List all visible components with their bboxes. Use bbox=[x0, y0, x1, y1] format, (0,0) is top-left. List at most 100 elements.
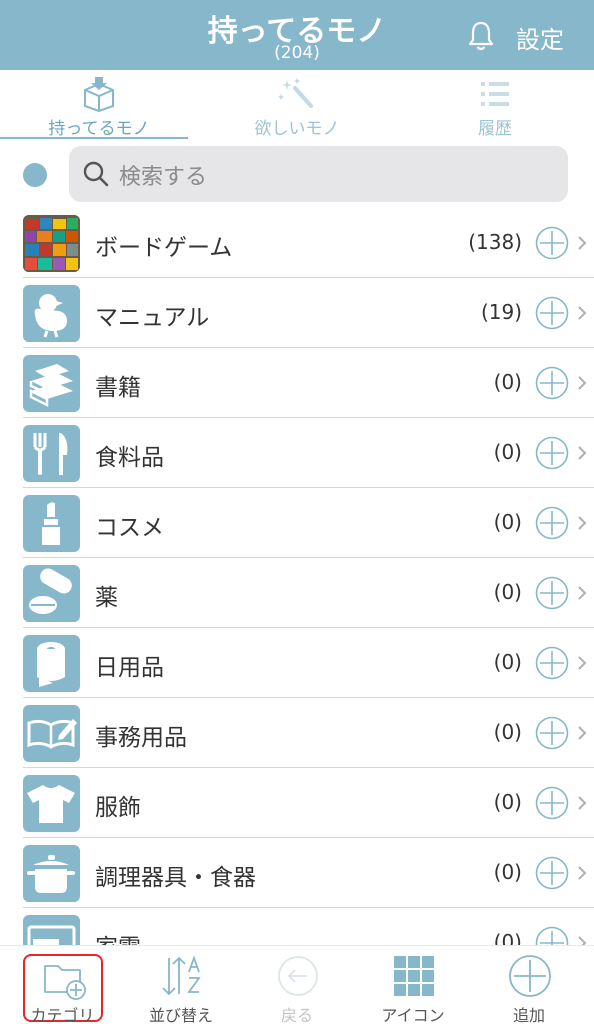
sort-button[interactable]: 並び替え bbox=[131, 946, 231, 1024]
category-name: マニュアル bbox=[95, 305, 210, 331]
category-row-board-game[interactable]: ボードゲーム (138) bbox=[0, 208, 594, 278]
category-row-cookware[interactable]: 調理器具・食器 (0) bbox=[0, 838, 594, 908]
plus-circle-icon[interactable] bbox=[535, 226, 569, 260]
back-arrow-icon bbox=[278, 956, 318, 996]
plus-circle-icon[interactable] bbox=[535, 856, 569, 890]
plus-circle-icon[interactable] bbox=[535, 786, 569, 820]
list-icon bbox=[481, 82, 509, 106]
plus-circle-icon bbox=[509, 955, 551, 997]
category-name: コスメ bbox=[95, 515, 164, 541]
search-placeholder: 検索する bbox=[119, 165, 208, 190]
tab-wanted[interactable]: 欲しいモノ bbox=[198, 70, 396, 140]
category-count: (0) bbox=[493, 720, 522, 744]
chevron-right-icon bbox=[578, 516, 587, 530]
tshirt-icon bbox=[23, 775, 80, 832]
sort-az-icon bbox=[162, 955, 201, 996]
magic-wand-icon bbox=[278, 78, 313, 108]
appliance-icon bbox=[23, 915, 80, 945]
category-row-manual[interactable]: マニュアル (19) bbox=[0, 278, 594, 348]
category-row-food[interactable]: 食料品 (0) bbox=[0, 418, 594, 488]
pills-icon bbox=[23, 565, 80, 622]
category-count: (0) bbox=[493, 510, 522, 534]
bell-icon[interactable] bbox=[466, 20, 496, 52]
lipstick-icon bbox=[23, 495, 80, 552]
category-name: 薬 bbox=[95, 585, 118, 611]
chevron-right-icon bbox=[578, 236, 587, 250]
chevron-right-icon bbox=[578, 866, 587, 880]
toolbar-label: 並び替え bbox=[148, 1006, 213, 1024]
back-button[interactable]: 戻る bbox=[247, 946, 347, 1024]
toolbar-label: 戻る bbox=[280, 1006, 313, 1024]
tab-owned[interactable]: 持ってるモノ bbox=[0, 70, 198, 140]
category-count: (0) bbox=[493, 860, 522, 884]
notebook-pen-icon bbox=[23, 705, 80, 762]
fork-knife-icon bbox=[23, 425, 80, 482]
category-row-office-supplies[interactable]: 事務用品 (0) bbox=[0, 698, 594, 768]
plus-circle-icon[interactable] bbox=[535, 436, 569, 470]
category-name: ボードゲーム bbox=[95, 235, 233, 261]
category-count: (0) bbox=[493, 440, 522, 464]
category-name: 家電 bbox=[95, 928, 141, 945]
category-count: (0) bbox=[493, 650, 522, 674]
add-button[interactable]: 追加 bbox=[479, 946, 579, 1024]
books-icon bbox=[23, 355, 80, 412]
category-count: (19) bbox=[480, 300, 522, 324]
plus-circle-icon[interactable] bbox=[535, 296, 569, 330]
category-name: 事務用品 bbox=[95, 725, 187, 751]
header-bar: 持ってるモノ (204) 設定 bbox=[0, 0, 594, 70]
chevron-right-icon bbox=[578, 586, 587, 600]
toolbar-label: 追加 bbox=[512, 1006, 545, 1024]
chevron-right-icon bbox=[578, 656, 587, 670]
category-row-clothing[interactable]: 服飾 (0) bbox=[0, 768, 594, 838]
tab-label: 欲しいモノ bbox=[254, 119, 340, 139]
category-name: 書籍 bbox=[95, 375, 141, 401]
toilet-paper-icon bbox=[23, 635, 80, 692]
box-icon bbox=[84, 77, 114, 112]
bottom-toolbar: カテゴリ 並び替え 戻る アイコン 追加 bbox=[0, 945, 594, 1024]
total-count: (204) bbox=[274, 43, 320, 63]
board-game-photo bbox=[23, 215, 80, 272]
chevron-right-icon bbox=[578, 446, 587, 460]
category-row-medicine[interactable]: 薬 (0) bbox=[0, 558, 594, 628]
plus-circle-icon[interactable] bbox=[535, 576, 569, 610]
folder-add-icon bbox=[44, 965, 86, 1000]
settings-button[interactable]: 設定 bbox=[516, 20, 564, 55]
chevron-right-icon bbox=[578, 936, 587, 945]
tab-history[interactable]: 履歴 bbox=[396, 70, 594, 140]
tab-bar: 持ってるモノ 欲しいモノ 履歴 bbox=[0, 70, 594, 140]
category-name: 食料品 bbox=[95, 445, 164, 471]
category-row-daily-goods[interactable]: 日用品 (0) bbox=[0, 628, 594, 698]
category-button[interactable]: カテゴリ bbox=[23, 954, 103, 1024]
category-row-books[interactable]: 書籍 (0) bbox=[0, 348, 594, 418]
pot-icon bbox=[23, 845, 80, 902]
plus-circle-icon[interactable] bbox=[535, 716, 569, 750]
chevron-right-icon bbox=[578, 376, 587, 390]
category-name: 服飾 bbox=[95, 795, 141, 821]
category-name: 日用品 bbox=[95, 655, 164, 681]
chevron-right-icon bbox=[578, 726, 587, 740]
toolbar-label: アイコン bbox=[381, 1006, 445, 1024]
chevron-right-icon bbox=[578, 796, 587, 810]
category-count: (0) bbox=[493, 790, 522, 814]
tab-label: 持ってるモノ bbox=[48, 119, 150, 139]
plus-circle-icon[interactable] bbox=[535, 926, 569, 945]
category-list[interactable]: ボードゲーム (138) マニュアル (19) 書籍 (0) 食料品 (0) コ… bbox=[0, 208, 594, 945]
tab-label: 履歴 bbox=[478, 119, 512, 139]
plus-circle-icon[interactable] bbox=[535, 506, 569, 540]
plus-circle-icon[interactable] bbox=[535, 366, 569, 400]
icon-view-button[interactable]: アイコン bbox=[363, 946, 463, 1024]
plus-circle-icon[interactable] bbox=[535, 646, 569, 680]
toolbar-label: カテゴリ bbox=[30, 1006, 95, 1024]
chick-icon bbox=[23, 285, 80, 342]
filter-dot[interactable] bbox=[23, 163, 47, 187]
category-count: (138) bbox=[468, 230, 522, 254]
category-row-appliances[interactable]: 家電 (0) bbox=[0, 908, 594, 945]
category-row-cosmetics[interactable]: コスメ (0) bbox=[0, 488, 594, 558]
grid-icon bbox=[394, 956, 434, 996]
search-input[interactable]: 検索する bbox=[69, 146, 568, 202]
active-tab-indicator bbox=[0, 137, 188, 139]
chevron-right-icon bbox=[578, 306, 587, 320]
category-count: (0) bbox=[493, 580, 522, 604]
category-count: (0) bbox=[493, 370, 522, 394]
category-count: (0) bbox=[493, 930, 522, 945]
